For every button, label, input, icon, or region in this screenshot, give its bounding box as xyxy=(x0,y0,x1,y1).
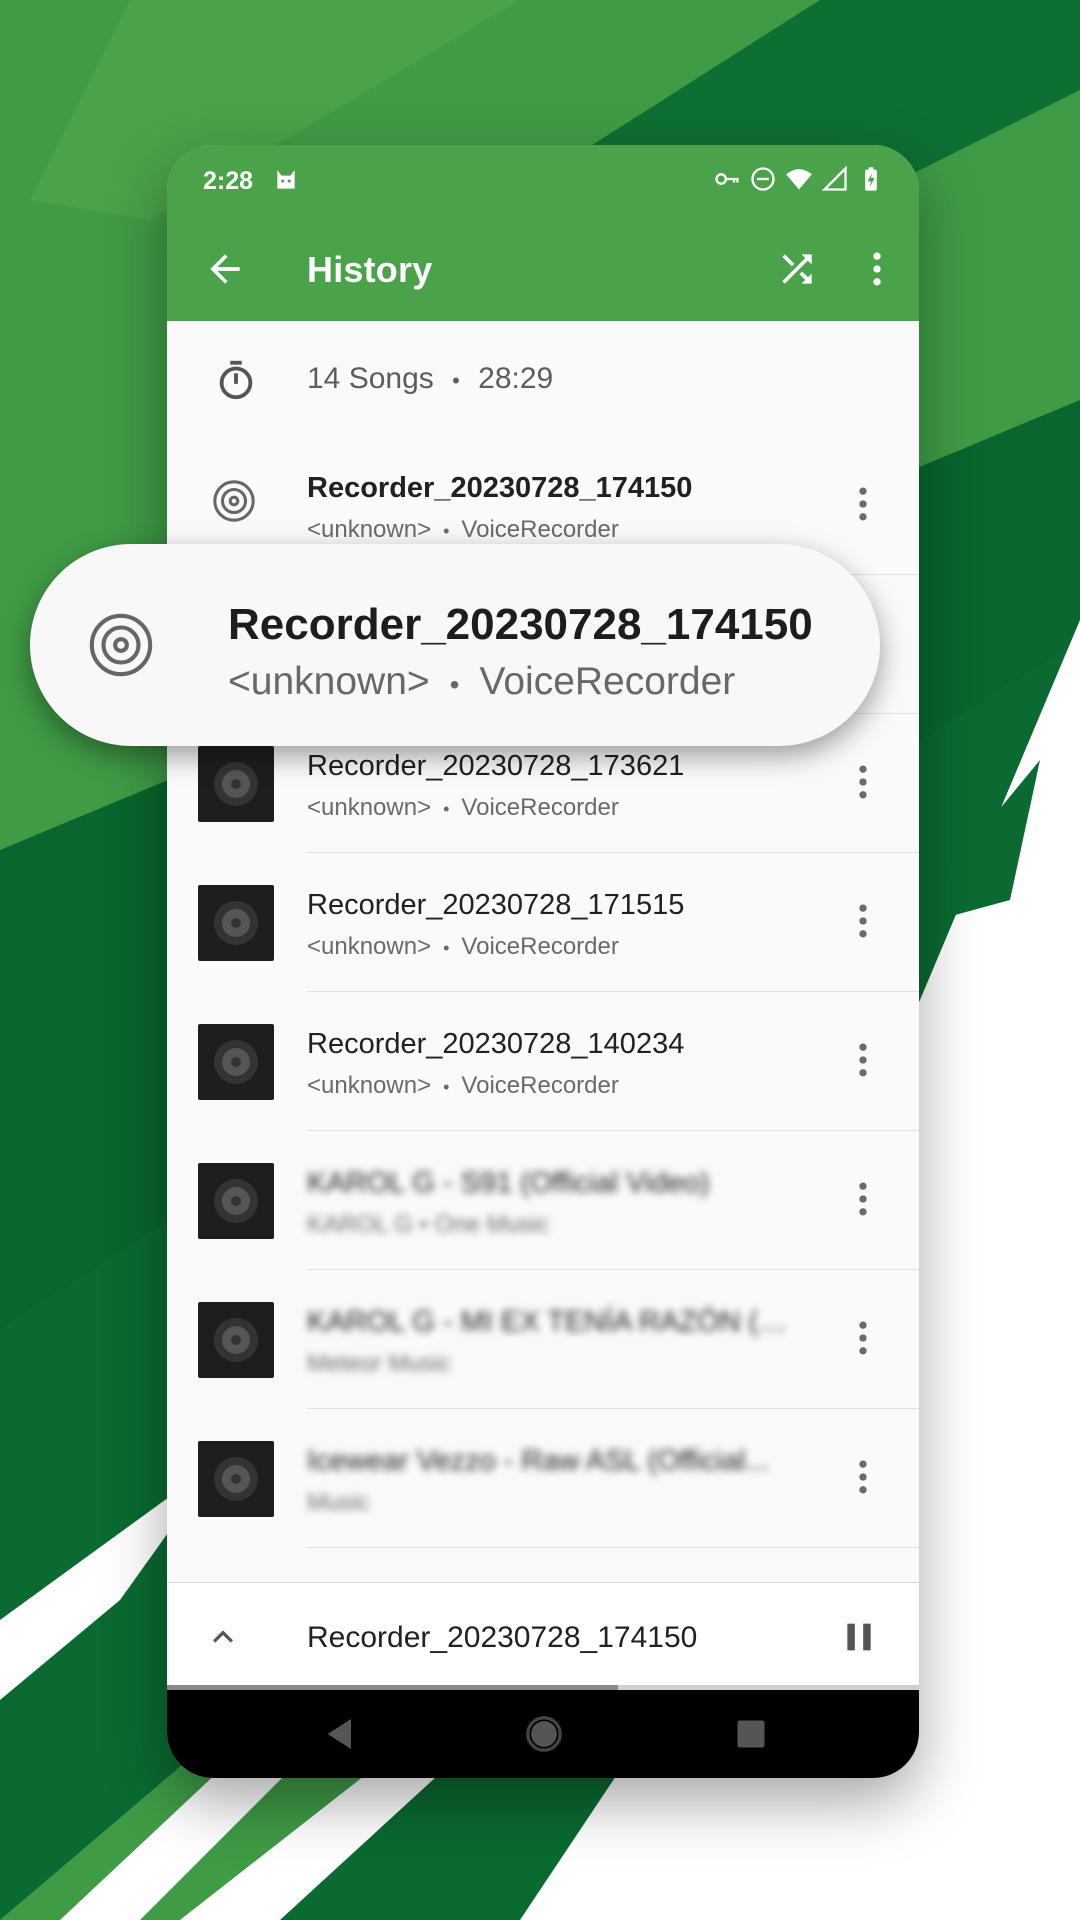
now-playing-title: Recorder_20230728_174150 xyxy=(307,1621,698,1654)
album-art xyxy=(198,746,274,822)
record-icon xyxy=(214,1040,258,1084)
album-art xyxy=(198,1441,274,1517)
more-vert-icon[interactable] xyxy=(841,1316,885,1360)
battery-charging-icon xyxy=(865,167,877,191)
wifi-icon xyxy=(786,169,812,190)
list-item[interactable]: Icewear Vezzo - Raw ASL (Official... Mus… xyxy=(167,1409,919,1548)
status-time: 2:28 xyxy=(203,167,254,195)
list-item[interactable]: Recorder_20230728_140234 <unknown> • Voice… xyxy=(167,992,919,1131)
pause-icon[interactable] xyxy=(839,1617,879,1657)
song-subtitle: Music xyxy=(307,1489,370,1516)
song-title: KAROL G - S91 (Official Video) xyxy=(307,1167,710,1199)
song-title: Recorder_20230728_171515 xyxy=(307,889,685,921)
nav-recents-icon[interactable] xyxy=(733,1716,769,1752)
cat-notification-icon xyxy=(277,170,295,189)
shuffle-icon[interactable] xyxy=(775,247,819,291)
timer-icon xyxy=(219,360,253,400)
app-bar: History xyxy=(167,217,919,321)
song-title: KAROL G - MI EX TENÍA RAZÓN (O... xyxy=(307,1306,802,1338)
record-icon xyxy=(214,1457,258,1501)
more-vert-icon[interactable] xyxy=(841,1038,885,1082)
nav-home-icon[interactable] xyxy=(522,1712,566,1756)
song-title: Recorder_20230728_140234 xyxy=(307,1028,685,1060)
callout-title: Recorder_20230728_174150 xyxy=(228,600,813,649)
song-subtitle: <unknown> • VoiceRecorder xyxy=(307,1072,619,1099)
album-art xyxy=(198,1163,274,1239)
highlighted-song-callout: Recorder_20230728_174150 <unknown> • Voice… xyxy=(30,544,880,746)
disc-icon xyxy=(213,480,255,522)
more-vert-icon[interactable] xyxy=(841,1455,885,1499)
status-icons xyxy=(713,165,885,193)
more-vert-icon[interactable] xyxy=(841,760,885,804)
more-vert-icon[interactable] xyxy=(855,247,899,291)
song-subtitle: Meteor Music xyxy=(307,1350,452,1377)
back-arrow-icon[interactable] xyxy=(203,247,247,291)
song-title: Icewear Vezzo - Raw ASL (Official... xyxy=(307,1445,770,1477)
song-subtitle: <unknown> • VoiceRecorder xyxy=(307,516,619,543)
record-icon xyxy=(214,901,258,945)
signal-icon xyxy=(821,165,847,191)
total-duration: 28:29 xyxy=(478,362,554,395)
song-title: Recorder_20230728_173621 xyxy=(307,750,685,782)
list-item[interactable]: KAROL G - MI EX TENÍA RAZÓN (O... Meteor… xyxy=(167,1270,919,1409)
list-item[interactable]: Recorder_20230728_171515 <unknown> • Voice… xyxy=(167,853,919,992)
navigation-bar xyxy=(167,1690,919,1778)
record-icon xyxy=(214,1179,258,1223)
do-not-disturb-icon xyxy=(751,167,775,191)
song-count: 14 Songs xyxy=(307,362,434,395)
more-vert-icon[interactable] xyxy=(841,482,885,526)
page-title: History xyxy=(307,249,433,290)
chevron-up-icon[interactable] xyxy=(203,1617,243,1657)
song-subtitle: <unknown> • VoiceRecorder xyxy=(307,794,619,821)
more-vert-icon[interactable] xyxy=(841,899,885,943)
summary-text: 14 Songs • 28:29 xyxy=(307,362,553,396)
status-bar: 2:28 xyxy=(167,145,919,217)
more-vert-icon[interactable] xyxy=(841,1177,885,1221)
summary-separator: • xyxy=(452,368,460,393)
disc-icon xyxy=(89,613,153,677)
album-art xyxy=(198,1024,274,1100)
history-summary: 14 Songs • 28:29 xyxy=(167,321,919,437)
album-art xyxy=(198,885,274,961)
mini-player[interactable]: Recorder_20230728_174150 xyxy=(167,1582,919,1691)
list-item[interactable]: KAROL G - S91 (Official Video) KAROL G •… xyxy=(167,1131,919,1270)
song-subtitle: <unknown> • VoiceRecorder xyxy=(307,933,619,960)
song-title: Recorder_20230728_174150 xyxy=(307,472,693,504)
callout-subtitle: <unknown> • VoiceRecorder xyxy=(228,660,736,703)
record-icon xyxy=(214,1318,258,1362)
song-subtitle: KAROL G • One Music xyxy=(307,1211,550,1238)
phone-screen: 2:28 History 14 Songs • 28:29 Recorder_2… xyxy=(167,145,919,1778)
nav-back-icon[interactable] xyxy=(321,1714,361,1754)
vpn-key-icon xyxy=(715,173,739,185)
record-icon xyxy=(214,762,258,806)
album-art xyxy=(198,1302,274,1378)
